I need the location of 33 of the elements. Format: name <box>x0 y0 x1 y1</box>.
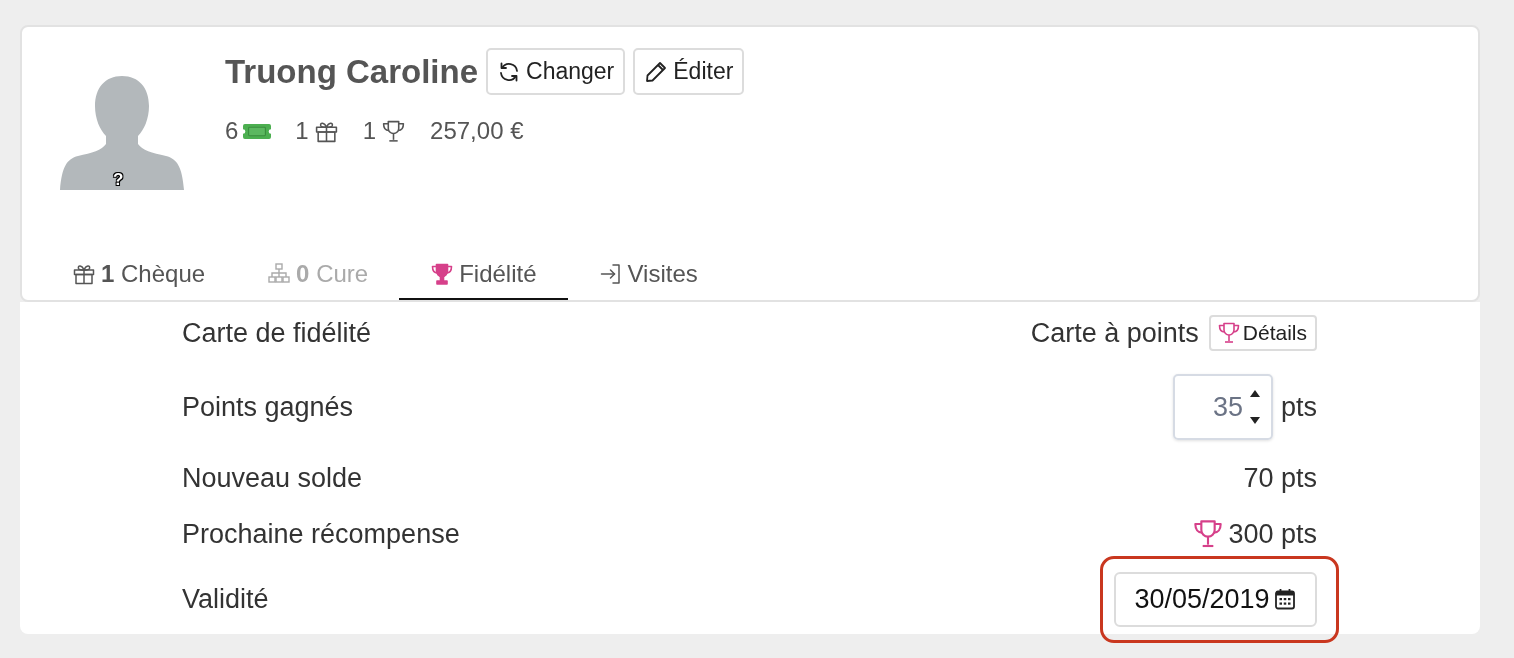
field-value: Carte à points <box>1030 317 1199 349</box>
stat-count: 1 <box>362 117 377 145</box>
trophy-icon <box>430 262 455 286</box>
stat-count: 6 <box>225 117 239 145</box>
trophy-icon <box>1216 321 1241 345</box>
customer-name: Truong Caroline <box>225 52 478 91</box>
unit-label: pts <box>1280 391 1317 423</box>
points-input[interactable]: 35 <box>1172 374 1273 440</box>
field-label: Prochaine récompense <box>182 518 460 550</box>
details-button[interactable]: Détails <box>1208 315 1317 351</box>
edit-button[interactable]: Éditer <box>633 48 745 95</box>
avatar-question-mark: ? <box>113 170 124 190</box>
gift-icon <box>72 262 96 286</box>
org-chart-icon <box>267 262 292 286</box>
calendar-icon[interactable] <box>1272 587 1297 611</box>
balance-amount: 257,00 € <box>430 117 524 145</box>
stat-count: 1 <box>295 117 309 145</box>
date-field[interactable]: 30/05/2019 <box>1114 571 1317 627</box>
ticket-icon <box>243 123 272 139</box>
sign-in-icon <box>598 262 623 286</box>
tab[interactable]: Visites <box>567 250 729 300</box>
pencil-icon <box>644 59 669 84</box>
field-value: 300 pts <box>1228 518 1317 550</box>
field-label: Carte de fidélité <box>182 317 372 349</box>
field-label: Validité <box>182 583 269 615</box>
field-label: Points gagnés <box>182 391 354 423</box>
trophy-icon <box>381 118 407 144</box>
field-label: Nouveau solde <box>182 462 363 494</box>
change-button[interactable]: Changer <box>486 48 626 95</box>
trophy-icon <box>1192 518 1225 550</box>
tab[interactable]: 1 Chèque <box>41 250 237 300</box>
tab[interactable]: Fidélité <box>399 250 568 300</box>
field-value: 70 pts <box>1243 462 1317 494</box>
